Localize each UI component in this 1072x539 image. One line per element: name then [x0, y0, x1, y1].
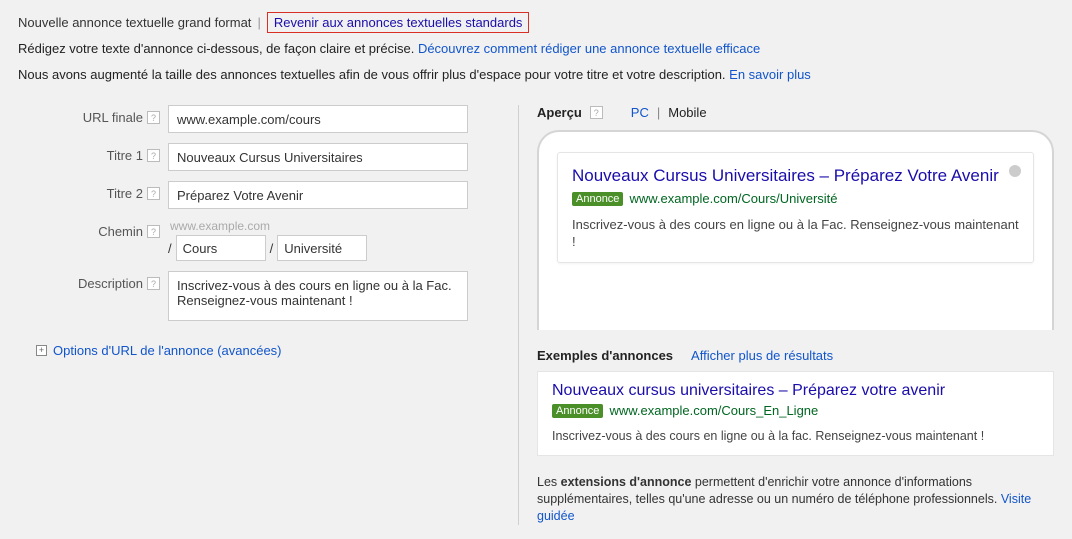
- header-line3-text: Nous avons augmenté la taille des annonc…: [18, 67, 729, 82]
- info-icon[interactable]: [1009, 165, 1021, 177]
- path2-input[interactable]: [277, 235, 367, 261]
- device-sep: |: [657, 105, 660, 120]
- ad-title[interactable]: Nouveaux Cursus Universitaires – Prépare…: [572, 165, 1019, 187]
- header-line-2: Rédigez votre texte d'annonce ci-dessous…: [18, 39, 1054, 59]
- form-panel: URL finale ? Titre 1 ? Titre 2 ? Chemin …: [18, 105, 498, 525]
- example-ad-url: www.example.com/Cours_En_Ligne: [609, 403, 818, 418]
- redaction-help-link[interactable]: Découvrez comment rédiger une annonce te…: [418, 41, 760, 56]
- path-domain: www.example.com: [168, 219, 367, 233]
- revert-link[interactable]: Revenir aux annonces textuelles standard…: [267, 12, 530, 33]
- ad-display-url: www.example.com/Cours/Université: [629, 191, 837, 206]
- example-ad-card: Nouveaux cursus universitaires – Prépare…: [537, 371, 1054, 456]
- preview-label: Aperçu: [537, 105, 582, 120]
- ad-badge: Annonce: [572, 192, 623, 206]
- ad-preview-card: Nouveaux Cursus Universitaires – Prépare…: [557, 152, 1034, 263]
- ad-badge: Annonce: [552, 404, 603, 418]
- help-icon[interactable]: ?: [147, 225, 160, 238]
- device-mobile-tab[interactable]: Mobile: [668, 105, 706, 120]
- plus-icon: +: [36, 345, 47, 356]
- header-line2-text: Rédigez votre texte d'annonce ci-dessous…: [18, 41, 418, 56]
- path-slash: /: [168, 241, 172, 256]
- path-slash: /: [270, 241, 274, 256]
- title2-input[interactable]: [168, 181, 468, 209]
- header-title-row: Nouvelle annonce textuelle grand format …: [18, 12, 1054, 33]
- path1-input[interactable]: [176, 235, 266, 261]
- title1-label: Titre 1: [107, 148, 143, 163]
- device-frame: Nouveaux Cursus Universitaires – Prépare…: [537, 130, 1054, 330]
- final-url-input[interactable]: [168, 105, 468, 133]
- examples-label: Exemples d'annonces: [537, 348, 673, 363]
- description-label: Description: [78, 276, 143, 291]
- final-url-label: URL finale: [83, 110, 143, 125]
- device-pc-tab[interactable]: PC: [631, 105, 649, 120]
- title2-label: Titre 2: [107, 186, 143, 201]
- pipe: |: [257, 15, 260, 30]
- example-ad-description: Inscrivez-vous à des cours en ligne ou à…: [552, 428, 1039, 445]
- help-icon[interactable]: ?: [147, 149, 160, 162]
- help-icon[interactable]: ?: [147, 277, 160, 290]
- extensions-note: Les extensions d'annonce permettent d'en…: [537, 474, 1054, 525]
- ext-pre: Les: [537, 475, 561, 489]
- header-line-3: Nous avons augmenté la taille des annonc…: [18, 65, 1054, 85]
- advanced-options-label: Options d'URL de l'annonce (avancées): [53, 343, 282, 358]
- help-icon[interactable]: ?: [147, 111, 160, 124]
- advanced-options-toggle[interactable]: + Options d'URL de l'annonce (avancées): [36, 343, 498, 358]
- more-results-link[interactable]: Afficher plus de résultats: [691, 348, 833, 363]
- learn-more-link[interactable]: En savoir plus: [729, 67, 811, 82]
- page-title: Nouvelle annonce textuelle grand format: [18, 15, 251, 30]
- title1-input[interactable]: [168, 143, 468, 171]
- help-icon[interactable]: ?: [147, 187, 160, 200]
- help-icon[interactable]: ?: [590, 106, 603, 119]
- ext-bold: extensions d'annonce: [561, 475, 692, 489]
- ad-description: Inscrivez-vous à des cours en ligne ou à…: [572, 216, 1019, 250]
- example-ad-title[interactable]: Nouveaux cursus universitaires – Prépare…: [552, 382, 1039, 400]
- description-input[interactable]: [168, 271, 468, 321]
- preview-panel: Aperçu ? PC | Mobile Nouveaux Cursus Uni…: [518, 105, 1054, 525]
- path-label: Chemin: [98, 224, 143, 239]
